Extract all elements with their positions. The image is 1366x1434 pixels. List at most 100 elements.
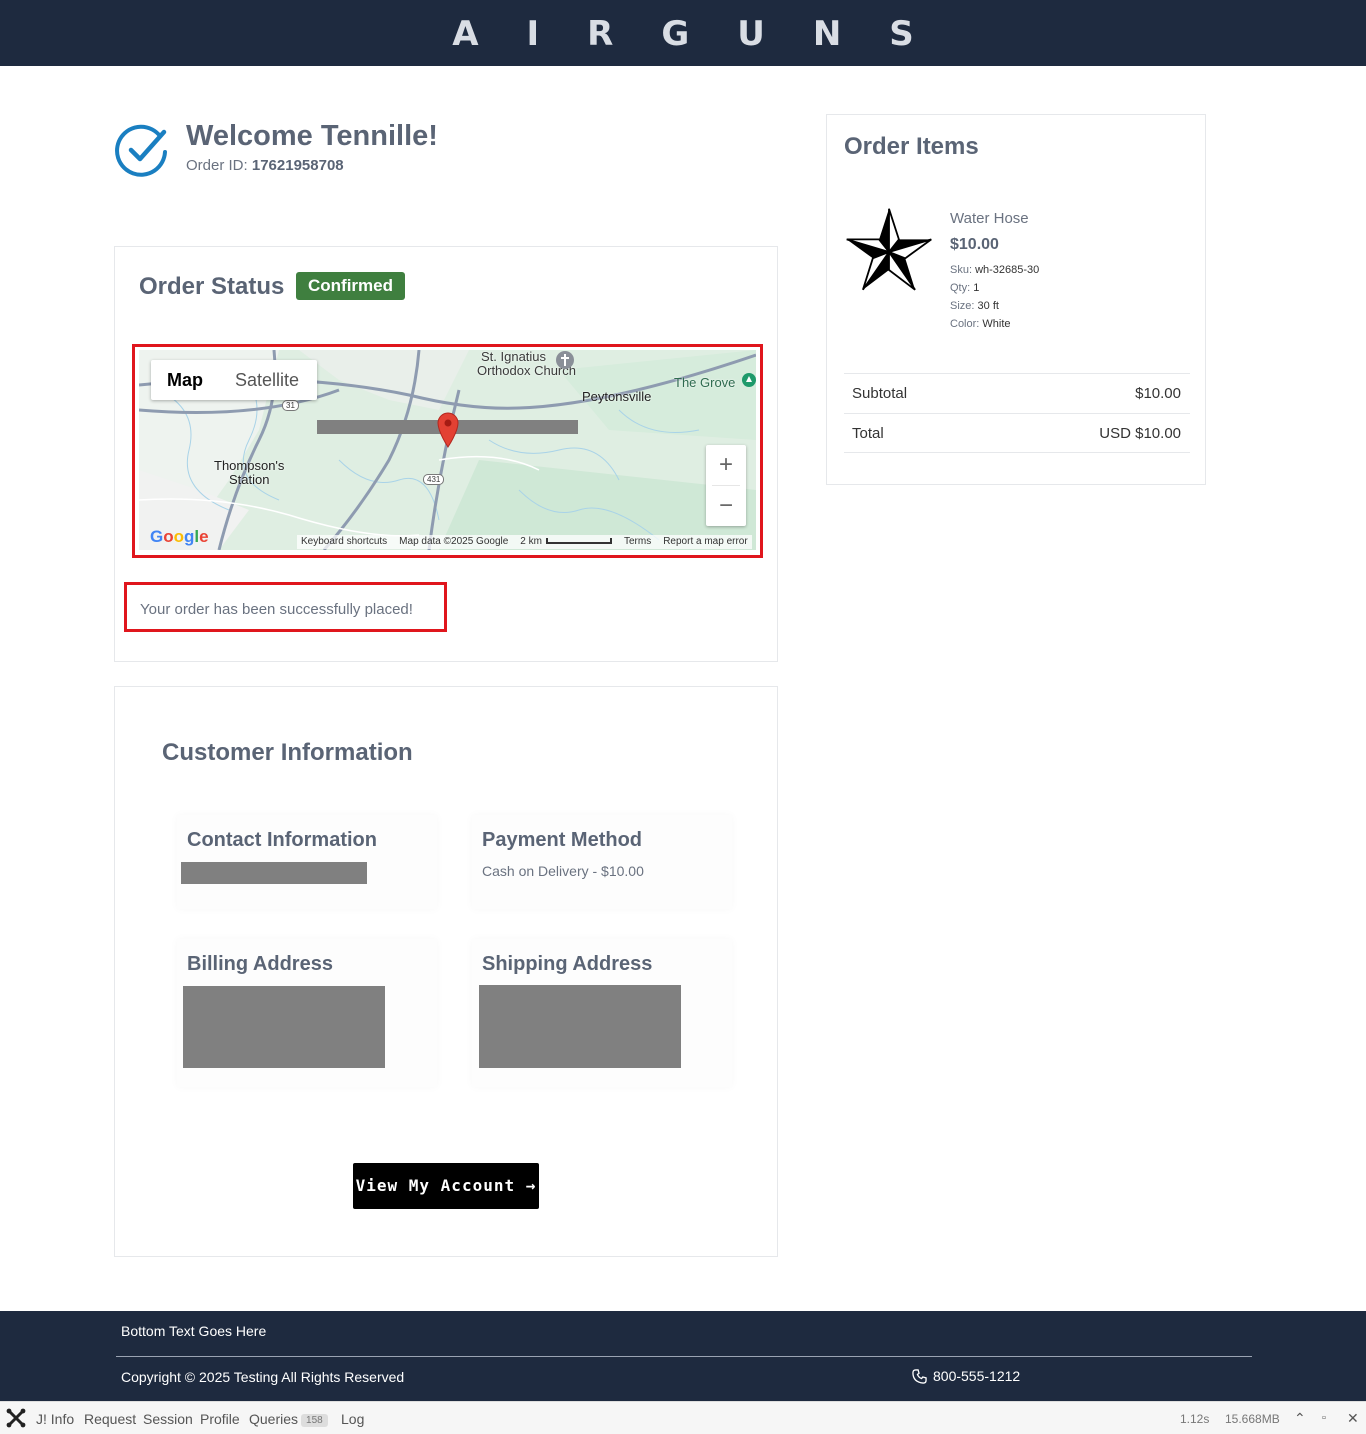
divider xyxy=(844,452,1190,453)
map-type-toggle: Map Satellite xyxy=(151,360,317,400)
phone-icon xyxy=(912,1369,927,1384)
park-pin-icon xyxy=(742,373,756,387)
billing-address-box: Billing Address xyxy=(177,939,437,1087)
product-sku: Sku: wh-32685-30 xyxy=(950,264,1039,276)
keyboard-shortcuts-link[interactable]: Keyboard shortcuts xyxy=(301,536,387,548)
map-data-attribution: Map data ©2025 Google xyxy=(399,536,509,547)
zoom-in-button[interactable]: + xyxy=(706,445,746,485)
map-zoom-controls: + − xyxy=(706,445,746,526)
order-items-title: Order Items xyxy=(844,133,979,160)
shipping-address-redacted xyxy=(479,985,681,1068)
product-sku-label: Sku: xyxy=(950,264,973,276)
product-price: $10.00 xyxy=(950,236,999,253)
map-place-the-grove: The Grove xyxy=(674,375,736,390)
chevron-up-icon[interactable]: ⌃ xyxy=(1294,1410,1306,1427)
product-sku-value: wh-32685-30 xyxy=(975,264,1040,276)
debug-tab-request[interactable]: Request xyxy=(84,1411,136,1427)
footer-divider xyxy=(116,1356,1252,1357)
product-qty: Qty: 1 xyxy=(950,282,979,294)
billing-address-title: Billing Address xyxy=(187,953,333,975)
close-icon[interactable]: ✕ xyxy=(1347,1410,1359,1427)
subtotal-value: $10.00 xyxy=(1135,385,1181,402)
view-my-account-button[interactable]: View My Account → xyxy=(353,1163,539,1209)
debug-tab-log[interactable]: Log xyxy=(341,1411,364,1427)
map-highlight-frame: St. Ignatius Orthodox Church Peytonsvill… xyxy=(132,344,763,558)
map-scale-label: 2 km xyxy=(520,536,542,547)
debug-tab-profile[interactable]: Profile xyxy=(200,1411,240,1427)
restore-window-icon[interactable]: ▫ xyxy=(1322,1412,1326,1424)
queries-count-badge: 158 xyxy=(301,1414,328,1427)
order-status-card: Order Status Confirmed St. Ignatius Orth… xyxy=(114,246,778,662)
status-badge: Confirmed xyxy=(296,272,405,300)
payment-method-value: Cash on Delivery - $10.00 xyxy=(482,863,644,879)
welcome-title: Welcome Tennille! xyxy=(186,120,438,152)
map-tab-map[interactable]: Map xyxy=(151,360,219,400)
product-size-value: 30 ft xyxy=(977,300,999,312)
map-place-thompsons-line2: Station xyxy=(228,472,270,487)
debug-tab-session[interactable]: Session xyxy=(143,1411,193,1427)
payment-method-box: Payment Method Cash on Delivery - $10.00 xyxy=(472,815,732,909)
shipping-address-box: Shipping Address xyxy=(472,939,732,1087)
contact-info-box: Contact Information xyxy=(177,815,437,909)
google-logo[interactable]: Google xyxy=(150,527,209,547)
footer-top-text: Bottom Text Goes Here xyxy=(121,1323,267,1339)
order-status-title: Order Status xyxy=(139,273,285,300)
product-qty-value: 1 xyxy=(973,282,980,294)
report-map-error-link[interactable]: Report a map error xyxy=(663,536,747,548)
shipping-address-title: Shipping Address xyxy=(482,953,653,975)
order-items-card: Order Items Water Hose $10.00 Sku: wh-32… xyxy=(826,114,1206,485)
debug-tab-info[interactable]: J! Info xyxy=(36,1411,74,1427)
order-id-label: Order ID: xyxy=(186,157,248,174)
joomla-logo-icon[interactable] xyxy=(6,1408,26,1428)
map-footer: Keyboard shortcuts Map data ©2025 Google… xyxy=(297,535,752,549)
order-id-value: 17621958708 xyxy=(251,157,344,174)
divider xyxy=(844,413,1190,414)
billing-address-redacted xyxy=(183,986,385,1068)
product-color-value: White xyxy=(982,318,1011,330)
map-marker-icon[interactable] xyxy=(437,412,459,448)
success-highlight-frame: Your order has been successfully placed! xyxy=(124,582,447,632)
payment-method-title: Payment Method xyxy=(482,829,643,851)
product-size-label: Size: xyxy=(950,300,975,312)
debug-tab-queries-label: Queries xyxy=(249,1411,299,1427)
product-color: Color: White xyxy=(950,318,1011,330)
contact-info-title: Contact Information xyxy=(187,829,377,851)
order-id: Order ID: 17621958708 xyxy=(186,157,344,174)
subtotal-label: Subtotal xyxy=(852,385,908,402)
debug-tab-queries[interactable]: Queries 158 xyxy=(249,1411,328,1427)
product-size: Size: 30 ft xyxy=(950,300,999,312)
order-map[interactable]: St. Ignatius Orthodox Church Peytonsvill… xyxy=(139,350,756,550)
debug-time: 1.12s xyxy=(1180,1412,1210,1426)
zoom-out-button[interactable]: − xyxy=(706,486,746,526)
map-place-peytonsville: Peytonsville xyxy=(582,389,652,404)
customer-info-card: Customer Information Contact Information… xyxy=(114,686,778,1257)
divider xyxy=(844,373,1190,374)
brand-logo[interactable]: AIRGUNS xyxy=(0,14,1366,54)
copyright-text: Copyright © 2025 Testing All Rights Rese… xyxy=(121,1369,405,1385)
route-431-shield: 431 xyxy=(423,474,445,485)
footer-phone[interactable]: 800-555-1212 xyxy=(912,1368,1020,1384)
map-tab-satellite[interactable]: Satellite xyxy=(219,360,315,400)
total-value: USD $10.00 xyxy=(1099,425,1181,442)
route-31-shield: 31 xyxy=(282,400,299,411)
contact-info-redacted xyxy=(181,862,367,884)
success-message: Your order has been successfully placed! xyxy=(140,601,413,618)
product-name[interactable]: Water Hose xyxy=(950,210,1029,227)
map-place-thompsons-station: Thompson's Station xyxy=(214,459,284,487)
phone-number[interactable]: 800-555-1212 xyxy=(933,1368,1020,1384)
total-label: Total xyxy=(852,425,884,442)
church-pin-icon xyxy=(556,351,574,369)
debug-bar: J! Info Request Session Profile Queries 1… xyxy=(0,1401,1366,1434)
check-circle-icon xyxy=(115,124,167,177)
star-icon xyxy=(846,208,932,291)
map-place-thompsons-line1: Thompson's xyxy=(214,458,285,473)
scale-bar xyxy=(545,538,612,544)
debug-memory: 15.668MB xyxy=(1225,1412,1280,1426)
product-qty-label: Qty: xyxy=(950,282,971,294)
map-scale[interactable]: 2 km xyxy=(520,536,612,548)
site-footer: Bottom Text Goes Here Copyright © 2025 T… xyxy=(0,1311,1366,1401)
site-header: AIRGUNS xyxy=(0,0,1366,66)
terms-link[interactable]: Terms xyxy=(624,536,651,548)
product-color-label: Color: xyxy=(950,318,980,330)
customer-info-title: Customer Information xyxy=(162,739,413,766)
